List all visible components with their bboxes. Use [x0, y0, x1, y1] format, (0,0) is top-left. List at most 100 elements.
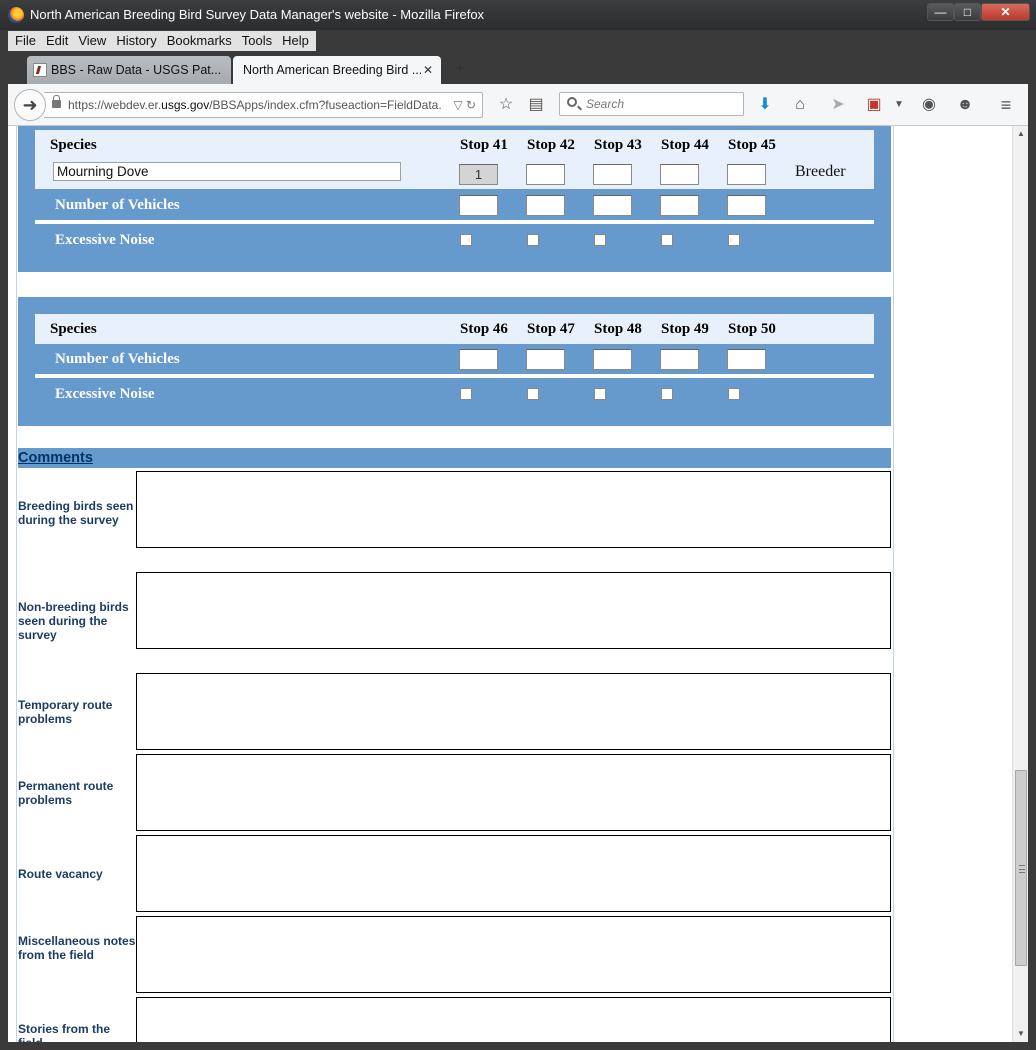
left-border	[16, 126, 17, 1042]
window-title: North American Breeding Bird Survey Data…	[30, 7, 485, 22]
stop-49-noise-checkbox[interactable]	[661, 388, 673, 400]
scroll-down-icon[interactable]: ▼	[1013, 1026, 1028, 1042]
stop-45-count-input[interactable]	[727, 164, 766, 185]
new-tab-button[interactable]: +	[455, 58, 466, 79]
stop-43-label: Stop 43	[594, 137, 642, 153]
row-divider	[35, 374, 874, 378]
excessive-noise-label: Excessive Noise	[55, 386, 155, 402]
download-icon[interactable]: ⬇	[755, 95, 775, 115]
search-placeholder: Search	[586, 97, 625, 111]
excessive-noise-label: Excessive Noise	[55, 232, 155, 248]
menu-history[interactable]: History	[111, 31, 161, 51]
scroll-up-icon[interactable]: ▲	[1013, 126, 1028, 142]
stop-44-noise-checkbox[interactable]	[661, 234, 673, 246]
reader-list-icon[interactable]: ▤	[526, 95, 546, 115]
stop-44-label: Stop 44	[661, 137, 709, 153]
stop-42-vehicles-input[interactable]	[526, 195, 565, 216]
non-breeding-birds-textarea[interactable]	[136, 572, 891, 649]
stop-41-count-input[interactable]: 1	[459, 164, 498, 185]
stop-45-label: Stop 45	[728, 137, 776, 153]
stop-46-noise-checkbox[interactable]	[460, 388, 472, 400]
stop-41-label: Stop 41	[460, 137, 508, 153]
stop-48-noise-checkbox[interactable]	[594, 388, 606, 400]
stop-42-noise-checkbox[interactable]	[527, 234, 539, 246]
pdf-icon[interactable]: ▣	[864, 95, 884, 115]
stop-50-noise-checkbox[interactable]	[728, 388, 740, 400]
stop-44-vehicles-input[interactable]	[660, 195, 699, 216]
stop-46-vehicles-input[interactable]	[459, 349, 498, 370]
navigation-toolbar: https://webdev.er.usgs.gov/BBSApps/index…	[8, 84, 1028, 126]
menu-help[interactable]: Help	[277, 31, 314, 51]
menu-view[interactable]: View	[73, 31, 111, 51]
home-icon[interactable]: ⌂	[790, 95, 810, 115]
tab-north-american-bbs[interactable]: North American Breeding Bird ... ✕	[233, 56, 441, 84]
species-header-row: Species Stop 46 Stop 47 Stop 48 Stop 49 …	[35, 314, 874, 344]
smiley-icon[interactable]: ☻	[955, 95, 975, 115]
menu-tools[interactable]: Tools	[237, 31, 277, 51]
close-tab-icon[interactable]: ✕	[423, 56, 433, 84]
stop-47-vehicles-input[interactable]	[526, 349, 565, 370]
stop-45-noise-checkbox[interactable]	[728, 234, 740, 246]
vertical-scrollbar[interactable]: ▲ ▼	[1012, 126, 1028, 1042]
stories-from-field-textarea[interactable]	[136, 997, 891, 1042]
send-icon[interactable]: ➤	[828, 95, 848, 115]
comment-label-stories: Stories from the field	[18, 1022, 111, 1042]
species-name-input[interactable]: Mourning Dove	[53, 162, 401, 181]
page-viewport: Species Stop 41 Stop 42 Stop 43 Stop 44 …	[8, 126, 1028, 1042]
stop-47-label: Stop 47	[527, 321, 575, 337]
stop-43-count-input[interactable]	[593, 164, 632, 185]
hamburger-menu-icon[interactable]: ≡	[996, 95, 1016, 115]
minimize-button[interactable]: —	[927, 3, 954, 21]
comment-label-miscellaneous: Miscellaneous notes from the field	[18, 934, 136, 962]
maximize-button[interactable]: □	[954, 3, 981, 21]
url-prefix: https://webdev.er.	[68, 98, 162, 112]
window-titlebar: North American Breeding Bird Survey Data…	[0, 0, 1036, 30]
grip-icon	[1019, 865, 1025, 873]
stop-48-vehicles-input[interactable]	[593, 349, 632, 370]
stop-46-label: Stop 46	[460, 321, 508, 337]
history-icon[interactable]: ◉	[919, 95, 939, 115]
tab-label: BBS - Raw Data - USGS Pat...	[51, 63, 222, 77]
menu-edit[interactable]: Edit	[41, 31, 73, 51]
menu-bar: File Edit View History Bookmarks Tools H…	[8, 31, 316, 51]
url-bar[interactable]: https://webdev.er.usgs.gov/BBSApps/index…	[44, 92, 483, 118]
back-button[interactable]: ➜	[14, 89, 46, 121]
close-window-button[interactable]: ✕	[981, 3, 1030, 21]
breeding-birds-textarea[interactable]	[136, 471, 891, 548]
stop-41-vehicles-input[interactable]	[459, 195, 498, 216]
row-divider	[35, 220, 874, 224]
temporary-route-problems-textarea[interactable]	[136, 673, 891, 750]
stop-44-count-input[interactable]	[660, 164, 699, 185]
url-domain: usgs.gov	[161, 98, 210, 112]
menu-file[interactable]: File	[10, 31, 41, 51]
route-vacancy-textarea[interactable]	[136, 835, 891, 912]
stop-42-label: Stop 42	[527, 137, 575, 153]
menu-bookmarks[interactable]: Bookmarks	[162, 31, 237, 51]
search-input[interactable]: Search	[559, 92, 744, 116]
stop-47-noise-checkbox[interactable]	[527, 388, 539, 400]
stops-block-41-45: Species Stop 41 Stop 42 Stop 43 Stop 44 …	[18, 126, 891, 272]
permanent-route-problems-textarea[interactable]	[136, 754, 891, 831]
search-icon	[567, 97, 577, 107]
stop-49-vehicles-input[interactable]	[660, 349, 699, 370]
url-dropdown-reload-icons[interactable]: ▽ ↻	[453, 93, 476, 117]
star-icon[interactable]: ☆	[496, 95, 516, 115]
stop-48-label: Stop 48	[594, 321, 642, 337]
tab-bbs-raw-data[interactable]: BBS - Raw Data - USGS Pat...	[27, 56, 231, 84]
comment-label-permanent: Permanent route problems	[18, 779, 114, 807]
usgs-favicon-icon	[33, 63, 47, 77]
scrollbar-thumb[interactable]	[1015, 770, 1027, 966]
stop-42-count-input[interactable]	[526, 164, 565, 185]
stop-50-label: Stop 50	[728, 321, 776, 337]
stop-43-vehicles-input[interactable]	[593, 195, 632, 216]
stop-49-label: Stop 49	[661, 321, 709, 337]
miscellaneous-notes-textarea[interactable]	[136, 916, 891, 993]
stop-45-vehicles-input[interactable]	[727, 195, 766, 216]
species-header-row: Species Stop 41 Stop 42 Stop 43 Stop 44 …	[35, 130, 874, 160]
stop-50-vehicles-input[interactable]	[727, 349, 766, 370]
dropdown-arrow-icon[interactable]: ▼	[889, 95, 909, 115]
stop-43-noise-checkbox[interactable]	[594, 234, 606, 246]
stop-41-noise-checkbox[interactable]	[460, 234, 472, 246]
comments-link[interactable]: Comments	[18, 450, 93, 466]
breeder-label: Breeder	[795, 163, 846, 180]
